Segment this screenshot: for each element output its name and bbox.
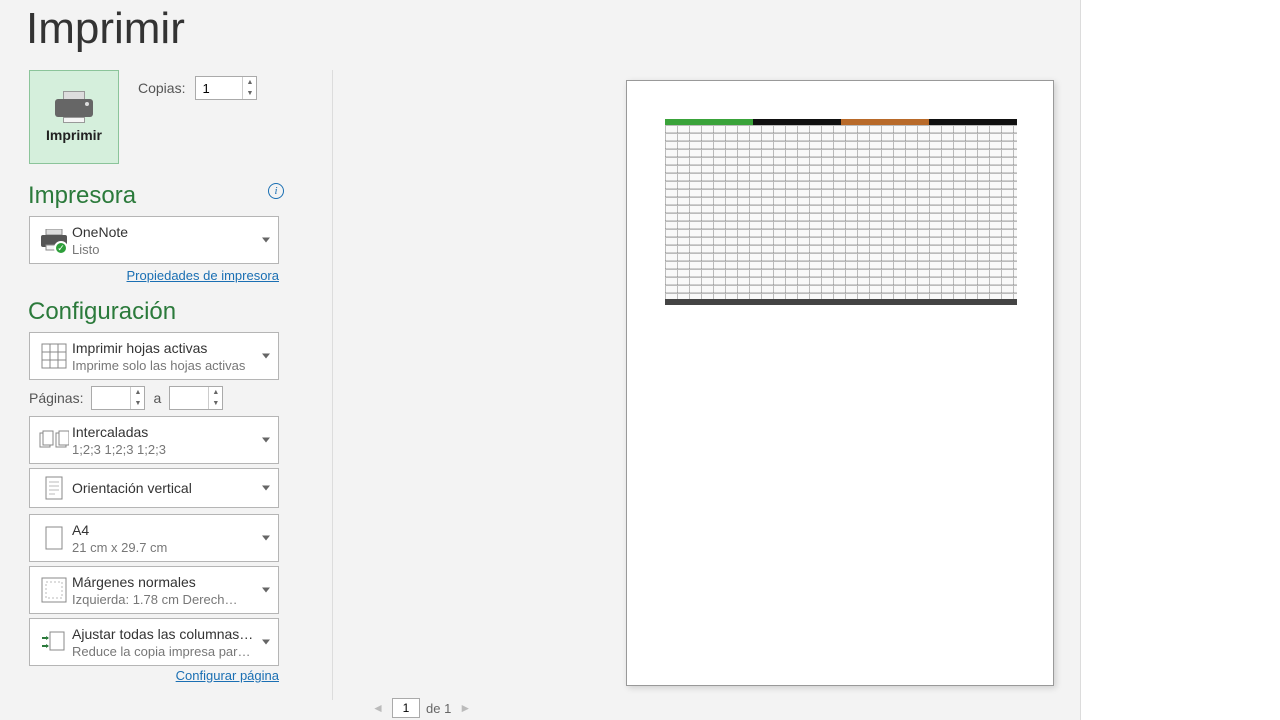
right-gutter	[1080, 0, 1280, 720]
printer-icon	[55, 91, 93, 121]
down-icon[interactable]: ▼	[131, 398, 144, 409]
fit-columns-icon	[40, 630, 68, 654]
printer-ready-badge-icon: ✓	[54, 241, 68, 255]
margins-sub: Izquierda: 1.78 cm Derech…	[72, 592, 256, 607]
section-heading-config: Configuración	[28, 298, 176, 326]
sheet-grid-icon	[41, 343, 67, 369]
scaling-sub: Reduce la copia impresa par…	[72, 644, 256, 659]
up-icon[interactable]: ▲	[209, 387, 222, 398]
copies-label: Copias:	[138, 80, 185, 96]
print-what-title: Imprimir hojas activas	[72, 340, 256, 356]
print-button-label: Imprimir	[46, 127, 102, 143]
current-page-input[interactable]	[392, 698, 420, 718]
page-setup-row: Configurar página	[29, 668, 279, 683]
scaling-selector[interactable]: Ajustar todas las columnas… Reduce la co…	[29, 618, 279, 666]
pages-to-input[interactable]	[170, 387, 208, 409]
orientation-selector[interactable]: Orientación vertical	[29, 468, 279, 508]
copies-input[interactable]	[196, 77, 242, 99]
chevron-down-icon	[262, 588, 270, 593]
print-what-selector[interactable]: Imprimir hojas activas Imprime solo las …	[29, 332, 279, 380]
copies-up-icon[interactable]: ▲	[243, 77, 256, 88]
printer-properties-row: Propiedades de impresora	[29, 268, 279, 283]
up-icon[interactable]: ▲	[131, 387, 144, 398]
collate-selector[interactable]: Intercaladas 1;2;3 1;2;3 1;2;3	[29, 416, 279, 464]
paper-size-selector[interactable]: A4 21 cm x 29.7 cm	[29, 514, 279, 562]
copies-down-icon[interactable]: ▼	[243, 88, 256, 99]
scaling-title: Ajustar todas las columnas…	[72, 626, 256, 642]
pages-from-spinner[interactable]: ▲▼	[91, 386, 145, 410]
margins-selector[interactable]: Márgenes normales Izquierda: 1.78 cm Der…	[29, 566, 279, 614]
chevron-down-icon	[262, 354, 270, 359]
margins-title: Márgenes normales	[72, 574, 256, 590]
down-icon[interactable]: ▼	[209, 398, 222, 409]
section-heading-printer: Impresora	[28, 182, 136, 210]
chevron-down-icon	[262, 640, 270, 645]
paper-title: A4	[72, 522, 256, 538]
pages-sep: a	[153, 390, 161, 406]
collate-title: Intercaladas	[72, 424, 256, 440]
preview-grid-body	[665, 125, 1017, 305]
pages-to-spinner[interactable]: ▲▼	[169, 386, 223, 410]
margins-icon	[41, 577, 67, 603]
paper-sub: 21 cm x 29.7 cm	[72, 540, 256, 555]
printer-name: OneNote	[72, 224, 256, 240]
print-button[interactable]: Imprimir	[29, 70, 119, 164]
chevron-down-icon	[262, 536, 270, 541]
print-preview-page	[626, 80, 1054, 686]
portrait-page-icon	[45, 476, 63, 500]
next-page-button[interactable]: ►	[457, 700, 473, 716]
pages-range-group: Páginas: ▲▼ a ▲▼	[29, 386, 279, 410]
paper-icon	[44, 525, 64, 551]
print-backstage-panel: Imprimir Imprimir Copias: ▲ ▼ Impresora …	[0, 0, 1080, 720]
copies-spinner[interactable]: ▲ ▼	[195, 76, 257, 100]
chevron-down-icon	[262, 486, 270, 491]
pages-from-input[interactable]	[92, 387, 130, 409]
page-of-label: de 1	[426, 701, 451, 716]
page-navigation: ◄ de 1 ►	[370, 698, 473, 718]
print-what-sub: Imprime solo las hojas activas	[72, 358, 256, 373]
copies-group: Copias: ▲ ▼	[138, 76, 257, 100]
orientation-title: Orientación vertical	[72, 480, 256, 496]
printer-selector[interactable]: ✓ OneNote Listo	[29, 216, 279, 264]
chevron-down-icon	[262, 438, 270, 443]
collate-sub: 1;2;3 1;2;3 1;2;3	[72, 442, 256, 457]
page-setup-link[interactable]: Configurar página	[176, 668, 279, 683]
printer-properties-link[interactable]: Propiedades de impresora	[127, 268, 279, 283]
page-title: Imprimir	[26, 4, 185, 54]
prev-page-button[interactable]: ◄	[370, 700, 386, 716]
pages-label: Páginas:	[29, 390, 83, 406]
chevron-down-icon	[262, 238, 270, 243]
collate-icon	[39, 430, 69, 450]
preview-content	[665, 119, 1017, 305]
info-icon[interactable]: i	[268, 183, 284, 199]
vertical-divider	[332, 70, 333, 700]
printer-status: Listo	[72, 242, 256, 257]
